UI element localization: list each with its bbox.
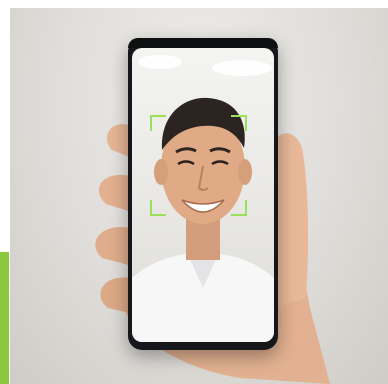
- phone-screen: [132, 48, 274, 342]
- phone: [128, 38, 278, 350]
- face-scan-corner-bottom-right-icon: [231, 200, 247, 216]
- photo-scene: [10, 8, 388, 384]
- face-portrait: [132, 55, 274, 342]
- face-scan-corner-top-left-icon: [150, 115, 166, 131]
- phone-top-bezel: [128, 38, 278, 48]
- face-scan-corner-bottom-left-icon: [150, 200, 166, 216]
- face-scan-corner-top-right-icon: [231, 115, 247, 131]
- accent-bar: [0, 252, 9, 384]
